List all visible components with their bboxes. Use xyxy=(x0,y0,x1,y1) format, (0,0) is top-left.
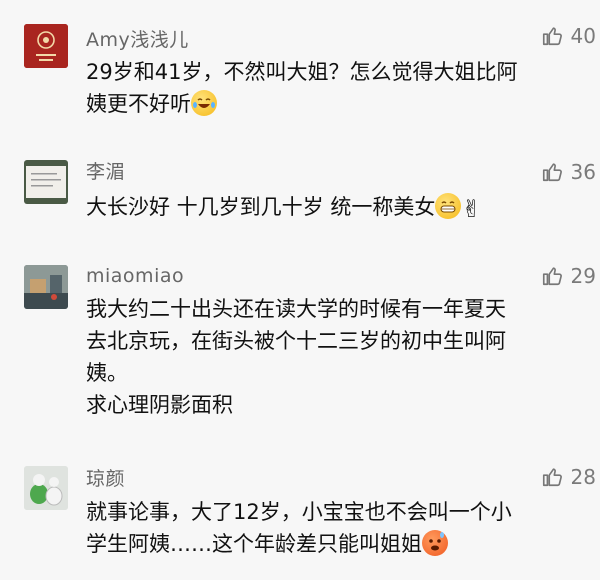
thumbs-up-icon xyxy=(542,267,562,286)
comment-line: 姨。 xyxy=(86,361,128,385)
avatar[interactable] xyxy=(24,466,68,510)
comment-text: 就事论事，大了12岁，小宝宝也不会叫一个小 学生阿姨……这个年龄差只能叫姐姐 xyxy=(86,496,582,560)
street-scene-avatar-icon xyxy=(24,265,68,309)
victory-hand-emoji: ✌ xyxy=(461,195,482,223)
green-figure-avatar-icon xyxy=(24,466,68,510)
like-count: 40 xyxy=(570,24,596,48)
avatar[interactable] xyxy=(24,265,68,309)
like-button[interactable]: 28 xyxy=(541,465,596,489)
comment-line: 姨更不好听 xyxy=(86,92,191,116)
avatar[interactable] xyxy=(24,24,68,68)
username[interactable]: Amy浅浅儿 xyxy=(86,25,189,52)
comment-line: 求心理阴影面积 xyxy=(86,393,233,417)
like-button[interactable]: 36 xyxy=(541,160,596,184)
comment-text: 大长沙好 十几岁到几十岁 统一称美女 ✌ xyxy=(86,191,582,225)
comment-item: Amy浅浅儿 40 29岁和41岁，不然叫大姐？怎么觉得大姐比阿 姨更不好听 xyxy=(0,0,600,135)
avatar[interactable] xyxy=(24,160,68,204)
comment-line: 去北京玩，在街头被个十二三岁的初中生叫阿 xyxy=(86,329,506,353)
like-button[interactable]: 29 xyxy=(541,264,596,288)
laughing-crying-emoji xyxy=(191,90,217,116)
comment-line: 大长沙好 十几岁到几十岁 统一称美女 xyxy=(86,195,436,219)
like-count: 36 xyxy=(570,160,596,184)
like-button[interactable]: 40 xyxy=(541,24,596,48)
thumbs-up-icon xyxy=(542,27,562,46)
hot-face-emoji xyxy=(422,530,448,556)
like-count: 28 xyxy=(570,465,596,489)
comment-item: miaomiao 29 我大约二十出头还在读大学的时候有一年夏天 去北京玩，在街… xyxy=(0,253,600,448)
comment-line: 我大约二十出头还在读大学的时候有一年夏天 xyxy=(86,297,506,321)
username[interactable]: 琼颜 xyxy=(86,464,125,491)
comment-text: 29岁和41岁，不然叫大姐？怎么觉得大姐比阿 姨更不好听 xyxy=(86,56,582,120)
comment-line: 就事论事，大了12岁，小宝宝也不会叫一个小 xyxy=(86,500,512,524)
comment-item: 李湄 36 大长沙好 十几岁到几十岁 统一称美女 ✌ xyxy=(0,135,600,253)
comment-item: 琼颜 28 就事论事，大了12岁，小宝宝也不会叫一个小 学生阿姨……这个年龄差只… xyxy=(0,448,600,580)
username[interactable]: miaomiao xyxy=(86,265,184,287)
like-count: 29 xyxy=(570,264,596,288)
thumbs-up-icon xyxy=(542,163,562,182)
grin-emoji xyxy=(435,193,462,219)
red-seal-avatar-icon xyxy=(24,24,68,68)
username[interactable]: 李湄 xyxy=(86,157,125,184)
comment-line: 29岁和41岁，不然叫大姐？怎么觉得大姐比阿 xyxy=(86,60,518,84)
paper-note-avatar-icon xyxy=(24,160,68,204)
comment-text: 我大约二十出头还在读大学的时候有一年夏天 去北京玩，在街头被个十二三岁的初中生叫… xyxy=(86,293,582,421)
comment-list: Amy浅浅儿 40 29岁和41岁，不然叫大姐？怎么觉得大姐比阿 姨更不好听 李… xyxy=(0,0,600,580)
thumbs-up-icon xyxy=(542,468,562,487)
comment-line: 学生阿姨……这个年龄差只能叫姐姐 xyxy=(86,532,422,556)
